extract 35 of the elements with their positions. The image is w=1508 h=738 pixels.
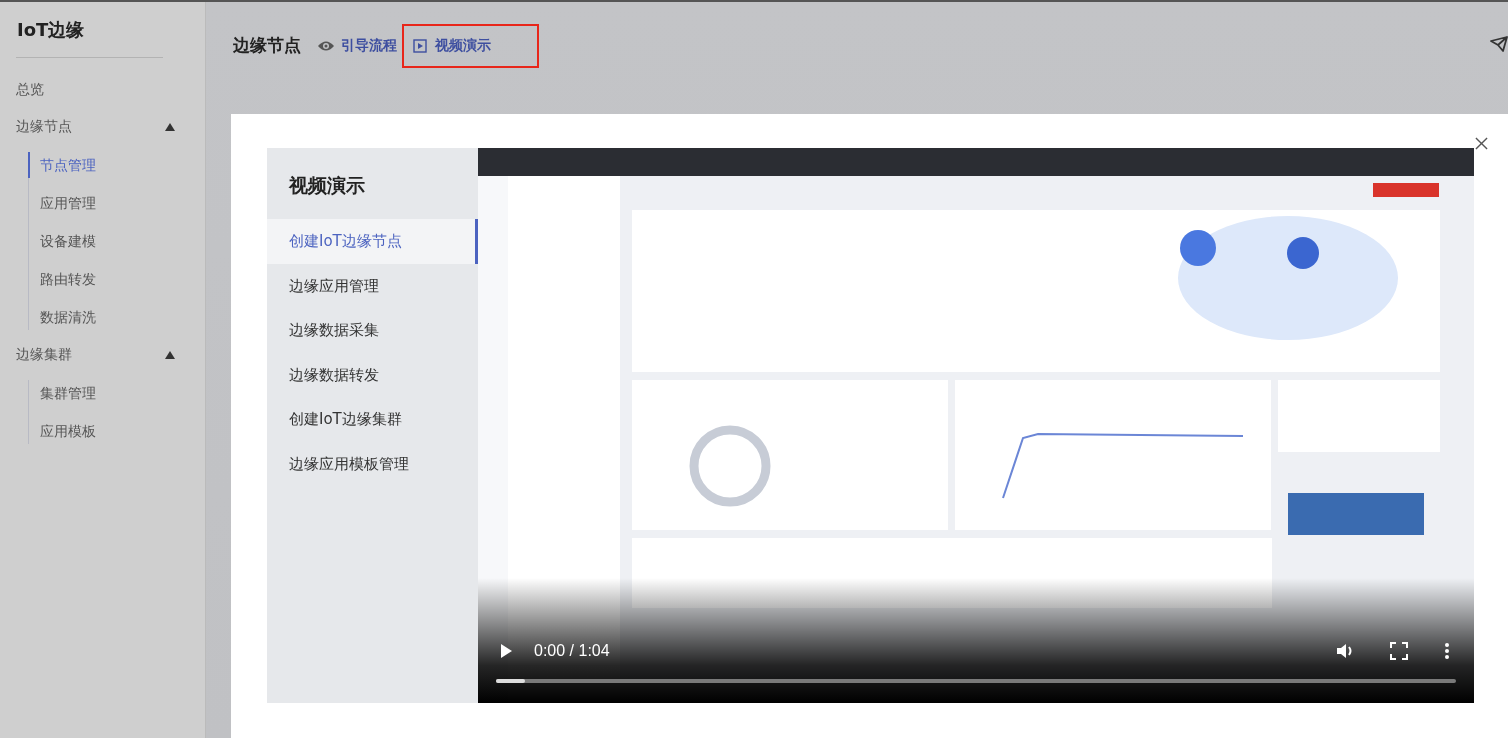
sidebar-item[interactable]: 集群管理: [28, 380, 96, 406]
more-icon[interactable]: [1444, 642, 1450, 660]
sidebar-item[interactable]: 路由转发: [28, 266, 96, 292]
sidebar-item[interactable]: 设备建模: [28, 228, 96, 254]
video-time: 0:00 / 1:04: [534, 642, 610, 660]
app-title: IoT边缘: [16, 18, 86, 42]
video-menu-item[interactable]: 边缘数据采集: [267, 308, 478, 353]
header-link[interactable]: 视频演示: [402, 23, 539, 68]
dialog-title: 视频演示: [287, 173, 366, 198]
sidebar-group[interactable]: 边缘节点: [16, 114, 189, 140]
video-menu-item[interactable]: 边缘应用管理: [267, 263, 478, 308]
video-player[interactable]: 0:00 / 1:04: [478, 148, 1474, 703]
video-menu-item[interactable]: 创建IoT边缘节点: [267, 219, 478, 264]
close-icon[interactable]: [1475, 137, 1488, 150]
page-title: 边缘节点: [233, 34, 301, 57]
play-icon[interactable]: [501, 644, 512, 658]
sidebar-item[interactable]: 节点管理: [28, 152, 96, 178]
paper-plane-icon[interactable]: [1490, 36, 1508, 52]
sidebar-item[interactable]: 应用管理: [28, 190, 96, 216]
group-label: 边缘节点: [16, 118, 72, 136]
progress-bar[interactable]: [496, 679, 1456, 683]
play-square-icon[interactable]: [411, 38, 429, 53]
video-menu-item[interactable]: 边缘应用模板管理: [267, 441, 478, 486]
sidebar-item[interactable]: 总览: [16, 76, 189, 114]
group-label: 边缘集群: [16, 346, 72, 364]
volume-icon[interactable]: [1336, 642, 1354, 660]
caret-up-icon[interactable]: [165, 123, 175, 131]
caret-up-icon[interactable]: [165, 351, 175, 359]
sidebar-item[interactable]: 应用模板: [28, 418, 96, 444]
header-link[interactable]: 引导流程: [317, 36, 397, 55]
sidebar-item[interactable]: 数据清洗: [28, 304, 96, 330]
fullscreen-icon[interactable]: [1390, 642, 1408, 660]
video-menu-item[interactable]: 边缘数据转发: [267, 352, 478, 397]
video-menu-item[interactable]: 创建IoT边缘集群: [267, 397, 478, 442]
sidebar-group[interactable]: 边缘集群: [16, 342, 189, 368]
